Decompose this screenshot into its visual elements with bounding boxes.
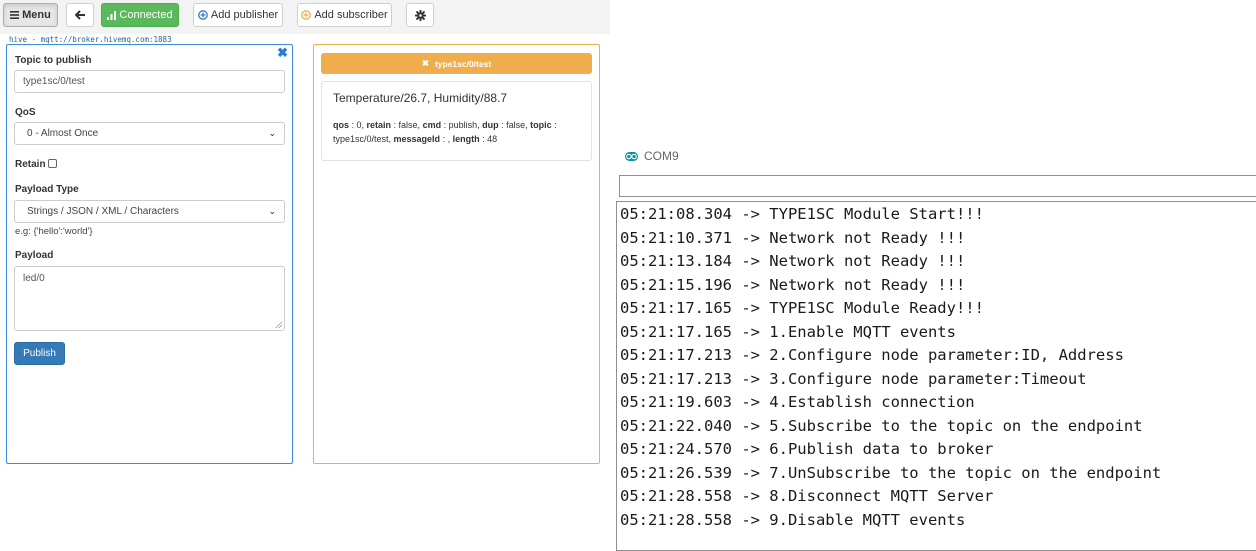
toolbar: Menu Connected Add publisher Add subscri… [0, 0, 610, 34]
add-publisher-button[interactable]: Add publisher [193, 3, 283, 27]
payload-type-value: Strings / JSON / XML / Characters [27, 206, 179, 217]
serial-line: 05:21:10.371 -> Network not Ready !!! [620, 228, 966, 247]
meta-key: topic [530, 120, 552, 130]
arduino-logo-icon [625, 151, 638, 161]
connected-button[interactable]: Connected [101, 3, 179, 27]
signal-bars-icon [107, 10, 117, 20]
serial-line: 05:21:26.539 -> 7.UnSubscribe to the top… [620, 463, 1162, 482]
serial-line: 05:21:22.040 -> 5.Subscribe to the topic… [620, 416, 1143, 435]
meta-key: dup [482, 120, 499, 130]
qos-select[interactable]: 0 - Almost Once ⌄ [14, 122, 285, 145]
meta-value: : 0, [349, 120, 367, 130]
serial-line: 05:21:24.570 -> 6.Publish data to broker [620, 440, 994, 458]
serial-monitor-title: COM9 [625, 149, 679, 163]
serial-line: 05:21:15.196 -> Network not Ready !!! [620, 275, 966, 294]
meta-value: : 48 [479, 134, 498, 144]
subscriber-topic-header[interactable]: ✖ type1sc/0/test [321, 53, 592, 74]
subscriber-topic: type1sc/0/test [434, 58, 492, 69]
meta-key: retain [366, 120, 392, 130]
publish-button[interactable]: Publish [14, 342, 65, 365]
serial-line: 05:21:28.558 -> 9.Disable MQTT events [620, 510, 966, 529]
meta-value: : , [440, 134, 453, 144]
menu-button-label: Menu [22, 9, 51, 21]
publish-button-label: Publish [23, 348, 56, 359]
payload-value: led/0 [23, 273, 45, 284]
add-publisher-label: Add publisher [210, 9, 279, 21]
connected-label: Connected [119, 9, 173, 21]
plus-circle-icon [301, 10, 312, 20]
broker-connection-label: hive - mqtt://broker.hivemq.com:1883 [9, 35, 172, 44]
meta-value: : false, [498, 120, 531, 130]
serial-input[interactable] [619, 175, 1256, 197]
message-payload: Temperature/26.7, Humidity/88.7 [333, 91, 508, 105]
serial-output: 05:21:08.304 -> TYPE1SC Module Start!!! 0… [616, 201, 1256, 551]
plus-circle-icon [198, 10, 208, 20]
message-metadata: qos : 0, retain : false, cmd : publish, … [333, 118, 580, 146]
serial-line: 05:21:13.184 -> Network not Ready !!! [620, 252, 966, 270]
meta-value: : false, [391, 120, 423, 130]
serial-line: 05:21:17.165 -> TYPE1SC Module Ready!!! [620, 299, 984, 317]
gear-icon [414, 9, 426, 21]
chevron-down-icon: ⌄ [268, 206, 276, 216]
meta-value: : publish, [441, 120, 483, 130]
serial-line: 05:21:19.603 -> 4.Establish connection [620, 393, 975, 411]
qos-label: QoS [15, 107, 36, 118]
topic-input[interactable]: type1sc/0/test [14, 70, 285, 93]
topic-label: Topic to publish [15, 55, 92, 66]
meta-key: qos [333, 120, 350, 130]
menu-button[interactable]: Menu [3, 3, 58, 27]
serial-line: 05:21:08.304 -> TYPE1SC Module Start!!! [620, 205, 984, 223]
settings-button[interactable] [406, 3, 434, 27]
retain-label: Retain [15, 159, 46, 170]
back-button[interactable] [66, 3, 94, 27]
subscriber-panel: ✖ type1sc/0/test Temperature/26.7, Humid… [313, 44, 600, 464]
serial-line: 05:21:17.213 -> 2.Configure node paramet… [620, 346, 1124, 364]
payload-label: Payload [15, 250, 54, 261]
com-port-label: COM9 [644, 149, 679, 163]
meta-key: messageId [393, 134, 441, 144]
hamburger-icon [10, 11, 20, 19]
payload-type-select[interactable]: Strings / JSON / XML / Characters ⌄ [14, 200, 285, 223]
retain-checkbox[interactable] [48, 159, 57, 168]
add-subscriber-label: Add subscriber [314, 9, 388, 21]
resize-handle[interactable] [275, 321, 282, 328]
meta-key: cmd [422, 120, 442, 130]
payload-type-label: Payload Type [15, 184, 79, 195]
serial-line: 05:21:17.213 -> 3.Configure node paramet… [620, 369, 1087, 388]
topic-input-value: type1sc/0/test [23, 76, 85, 87]
chevron-down-icon: ⌄ [268, 128, 276, 138]
message-card: Temperature/26.7, Humidity/88.7 qos : 0,… [321, 81, 592, 161]
meta-key: length [452, 134, 480, 144]
add-subscriber-button[interactable]: Add subscriber [297, 3, 392, 27]
payload-textarea[interactable]: led/0 [14, 266, 285, 331]
serial-line: 05:21:17.165 -> 1.Enable MQTT events [620, 322, 956, 341]
publisher-panel: ✖ Topic to publish type1sc/0/test QoS 0 … [6, 44, 293, 464]
arrow-left-icon [74, 10, 86, 20]
close-icon[interactable]: ✖ [277, 46, 288, 59]
serial-line: 05:21:28.558 -> 8.Disconnect MQTT Server [620, 487, 994, 505]
payload-hint: e.g: {'hello':'world'} [15, 226, 93, 237]
close-icon[interactable]: ✖ [422, 58, 429, 69]
qos-select-value: 0 - Almost Once [27, 128, 99, 139]
